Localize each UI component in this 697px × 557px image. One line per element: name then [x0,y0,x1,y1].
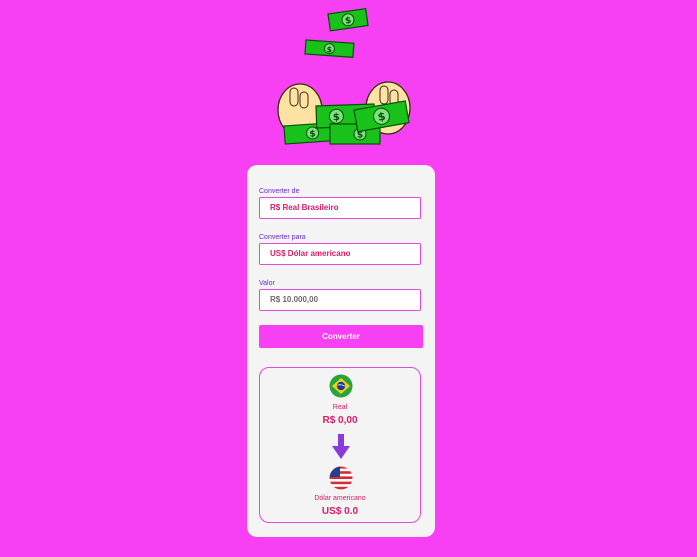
to-label: Converter para [259,234,306,241]
from-label: Converter de [259,188,300,195]
to-currency-select[interactable]: US$ Dólar americano [259,243,421,265]
result-panel: Real R$ 0,00 Dólar americano US$ 0.0 [259,367,421,523]
money-hands-icon: $ $ $ $ $ $ [277,8,411,145]
from-currency-name: Real [332,404,348,411]
to-currency-name: Dólar americano [314,495,366,502]
svg-text:$: $ [326,45,333,54]
svg-text:$: $ [309,129,316,139]
arrow-down-icon [332,434,350,459]
brazil-flag-icon [329,374,353,398]
svg-text:$: $ [333,112,340,123]
from-currency-select[interactable]: R$ Real Brasileiro [259,197,421,219]
amount-label: Valor [259,280,275,287]
converter-card: Converter de R$ Real Brasileiro Converte… [247,165,435,537]
amount-input[interactable]: R$ 10.000,00 [259,289,421,311]
to-currency-value: US$ 0.0 [321,506,359,517]
usa-flag-icon [329,466,353,490]
from-currency-value: R$ 0,00 [322,415,358,426]
convert-button[interactable]: Converter [259,325,423,348]
